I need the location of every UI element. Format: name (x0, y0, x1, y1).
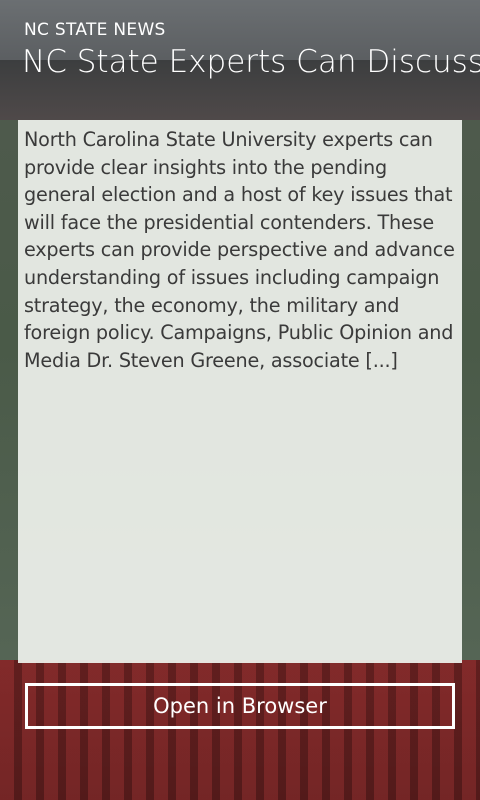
open-in-browser-button[interactable]: Open in Browser (25, 683, 455, 729)
article-title: NC State Experts Can Discuss k (22, 44, 480, 80)
page-header: NC STATE NEWS NC State Experts Can Discu… (0, 0, 480, 100)
background-lower-stands (0, 660, 480, 800)
app-title: NC STATE NEWS (24, 20, 166, 40)
app-screen: NC STATE NEWS NC State Experts Can Discu… (0, 0, 480, 800)
article-panel[interactable]: North Carolina State University experts … (18, 120, 462, 663)
article-body-text: North Carolina State University experts … (24, 128, 455, 372)
